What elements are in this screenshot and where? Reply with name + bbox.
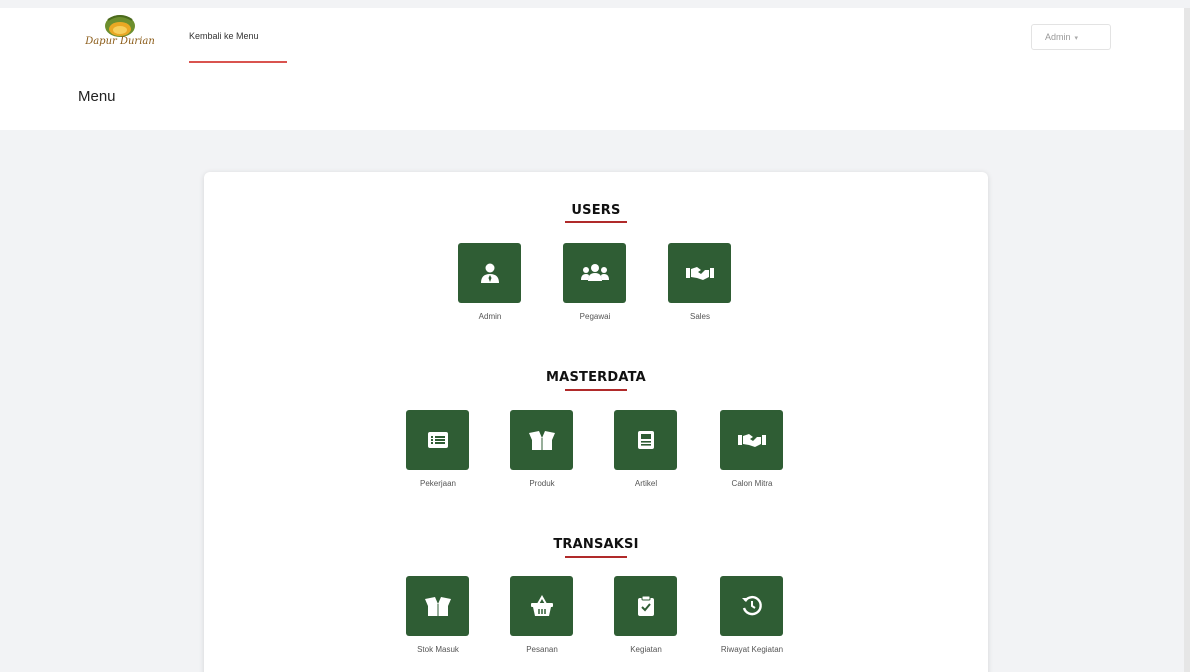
tile-label: Calon Mitra [731, 479, 773, 488]
tile-label: Admin [478, 312, 502, 321]
top-navbar: Dapur Durian Kembali ke Menu Admin ▾ [0, 8, 1184, 66]
section-title-users: USERS [571, 203, 621, 218]
brand-logo-text: Dapur Durian [85, 36, 155, 47]
section-title-transaksi: TRANSAKSI [553, 537, 639, 552]
basket-icon [530, 595, 553, 616]
user-tie-icon [480, 263, 499, 283]
tile-label: Pekerjaan [419, 479, 457, 488]
page-header: Menu [0, 66, 1184, 130]
tile-icon-box [668, 243, 731, 303]
list-card-icon [427, 432, 448, 448]
box-open-icon [528, 431, 555, 450]
history-icon [741, 595, 762, 616]
section-underline [565, 221, 627, 223]
user-menu-dropdown[interactable]: Admin ▾ [1031, 24, 1111, 50]
tile-icon-box [406, 576, 469, 636]
users-group-icon [580, 264, 609, 281]
tile-label: Pesanan [526, 645, 558, 654]
tile-icon-box [614, 576, 677, 636]
handshake-icon [737, 434, 766, 447]
nav-back-to-menu[interactable]: Kembali ke Menu [189, 22, 287, 63]
tile-icon-box [406, 410, 469, 470]
tile-icon-box [720, 576, 783, 636]
tile-icon-box [614, 410, 677, 470]
tile-icon-box [458, 243, 521, 303]
handshake-icon [685, 267, 714, 280]
tile-label: Pegawai [579, 312, 611, 321]
tile-label: Kegiatan [630, 645, 662, 654]
tile-icon-box [720, 410, 783, 470]
tile-icon-box [563, 243, 626, 303]
tile-label: Stok Masuk [417, 645, 459, 654]
active-tab-indicator [189, 61, 287, 63]
tile-label: Artikel [634, 479, 658, 488]
section-title-masterdata: MASTERDATA [546, 370, 646, 385]
window-scrollbar[interactable] [1184, 8, 1190, 672]
box-open-icon [424, 597, 451, 616]
tile-icon-box [510, 576, 573, 636]
tile-label: Riwayat Kegiatan [720, 645, 784, 654]
tile-label: Sales [689, 312, 710, 321]
page-title: Menu [78, 88, 116, 105]
section-underline [565, 556, 627, 558]
chevron-down-icon: ▾ [1074, 35, 1079, 42]
tile-label: Produk [529, 479, 555, 488]
user-menu-label: Admin [1045, 32, 1071, 42]
brand-logo[interactable]: Dapur Durian [78, 12, 162, 58]
newspaper-icon [637, 431, 654, 449]
nav-back-to-menu-label: Kembali ke Menu [189, 31, 259, 41]
tile-icon-box [510, 410, 573, 470]
clipboard-check-icon [637, 595, 654, 616]
menu-card: USERS Admin Pegawai Sales MASTERDATA Pek… [204, 172, 988, 672]
section-underline [565, 389, 627, 391]
